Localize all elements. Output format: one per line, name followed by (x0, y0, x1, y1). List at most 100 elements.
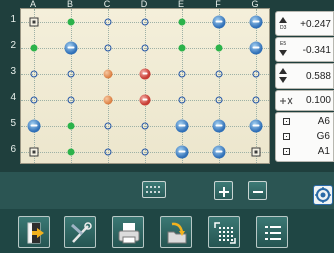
row-label: 1 (10, 14, 16, 25)
triangle-up-icon (279, 68, 287, 74)
marker-well-1: A6 (317, 116, 330, 127)
well-empty[interactable] (178, 96, 186, 104)
well-empty[interactable] (30, 70, 38, 78)
value-box-3[interactable]: 0.588 (275, 63, 334, 89)
well-empty[interactable] (104, 148, 112, 156)
well-empty[interactable] (67, 70, 75, 78)
row-label: 4 (10, 92, 16, 103)
list-icon (265, 226, 281, 240)
well-empty[interactable] (215, 96, 223, 104)
sparkle-ratio-icon (280, 97, 293, 105)
plate-gridline (182, 9, 183, 163)
well-orange[interactable] (103, 95, 113, 105)
well-empty[interactable] (215, 70, 223, 78)
well-empty[interactable] (252, 96, 260, 104)
marker-square-icon (283, 148, 290, 155)
triangle-up-icon (279, 17, 287, 23)
plate-gridline (108, 9, 109, 163)
row-label: 6 (10, 144, 16, 155)
print-icon (118, 223, 140, 244)
well-empty[interactable] (178, 70, 186, 78)
well-empty[interactable] (104, 122, 112, 130)
well-empty[interactable] (104, 44, 112, 52)
well-red[interactable] (139, 68, 151, 80)
app-window: ABCDEFG 123456 D3 +0.247 E5 -0.341 0.588 (0, 0, 334, 253)
marker-well-3: A1 (317, 146, 330, 157)
well-plate[interactable] (20, 8, 270, 164)
well-empty[interactable] (104, 18, 112, 26)
exit-icon (27, 222, 44, 244)
well-blue[interactable] (249, 41, 263, 55)
marker-square-icon (283, 118, 290, 125)
well-blue[interactable] (249, 15, 263, 29)
value-box-4[interactable]: 0.100 (275, 90, 334, 111)
value-box-1[interactable]: D3 +0.247 (275, 11, 334, 36)
target-button[interactable] (313, 185, 333, 205)
middle-toolbar (0, 172, 334, 209)
plate-gridline (145, 9, 146, 163)
well-empty[interactable] (141, 122, 149, 130)
triangle-down-icon (279, 77, 287, 83)
plate-gridline (256, 9, 257, 163)
well-green[interactable] (67, 122, 75, 130)
well-blue[interactable] (212, 145, 226, 159)
plate-gridline (71, 9, 72, 163)
value-2-tag: E5 (280, 41, 287, 47)
value-4: 0.100 (305, 95, 331, 106)
zoom-out-button[interactable] (248, 181, 267, 200)
well-green[interactable] (67, 148, 75, 156)
well-green[interactable] (30, 44, 38, 52)
bottom-toolbar (0, 209, 334, 253)
well-blue[interactable] (175, 145, 189, 159)
value-2: -0.341 (302, 45, 331, 56)
value-3: 0.588 (305, 71, 331, 82)
well-empty[interactable] (30, 96, 38, 104)
load-icon (167, 222, 187, 244)
marker-square-icon[interactable] (29, 147, 39, 157)
zoom-in-button[interactable] (214, 181, 233, 200)
well-green[interactable] (67, 18, 75, 26)
marker-list-box[interactable]: A6 G6 A1 (275, 112, 334, 162)
exit-button[interactable] (18, 216, 50, 248)
row-label: 3 (10, 66, 16, 77)
well-blue[interactable] (212, 119, 226, 133)
well-blue[interactable] (64, 41, 78, 55)
load-button[interactable] (160, 216, 192, 248)
marker-well-2: G6 (316, 131, 330, 142)
well-green[interactable] (178, 18, 186, 26)
tools-button[interactable] (64, 216, 96, 248)
plate-gridline (34, 9, 35, 163)
well-empty[interactable] (141, 44, 149, 52)
well-red[interactable] (139, 94, 151, 106)
tools-icon (70, 222, 92, 243)
value-1: +0.247 (300, 19, 331, 30)
well-empty[interactable] (67, 96, 75, 104)
target-icon (315, 187, 331, 203)
row-label: 2 (10, 40, 16, 51)
grid-icon (214, 222, 236, 244)
print-button[interactable] (112, 216, 144, 248)
well-empty[interactable] (141, 148, 149, 156)
value-box-2[interactable]: E5 -0.341 (275, 37, 334, 62)
well-blue[interactable] (212, 15, 226, 29)
right-panel: D3 +0.247 E5 -0.341 0.588 0.100 A6 G6 A1 (270, 0, 334, 172)
well-blue[interactable] (249, 119, 263, 133)
plate-area: ABCDEFG 123456 (0, 0, 270, 172)
row-label: 5 (10, 118, 16, 129)
list-button[interactable] (256, 216, 288, 248)
well-empty[interactable] (141, 18, 149, 26)
plate-gridline (219, 9, 220, 163)
well-blue[interactable] (27, 119, 41, 133)
marker-square-icon (283, 133, 290, 140)
marker-square-icon[interactable] (251, 147, 261, 157)
well-blue[interactable] (175, 119, 189, 133)
pattern-button[interactable] (142, 181, 166, 198)
well-orange[interactable] (103, 69, 113, 79)
well-green[interactable] (178, 44, 186, 52)
value-1-tag: D3 (280, 25, 287, 31)
well-green[interactable] (215, 44, 223, 52)
grid-button[interactable] (208, 216, 240, 248)
marker-square-icon[interactable] (29, 17, 39, 27)
triangle-down-icon (279, 50, 287, 56)
well-empty[interactable] (252, 70, 260, 78)
